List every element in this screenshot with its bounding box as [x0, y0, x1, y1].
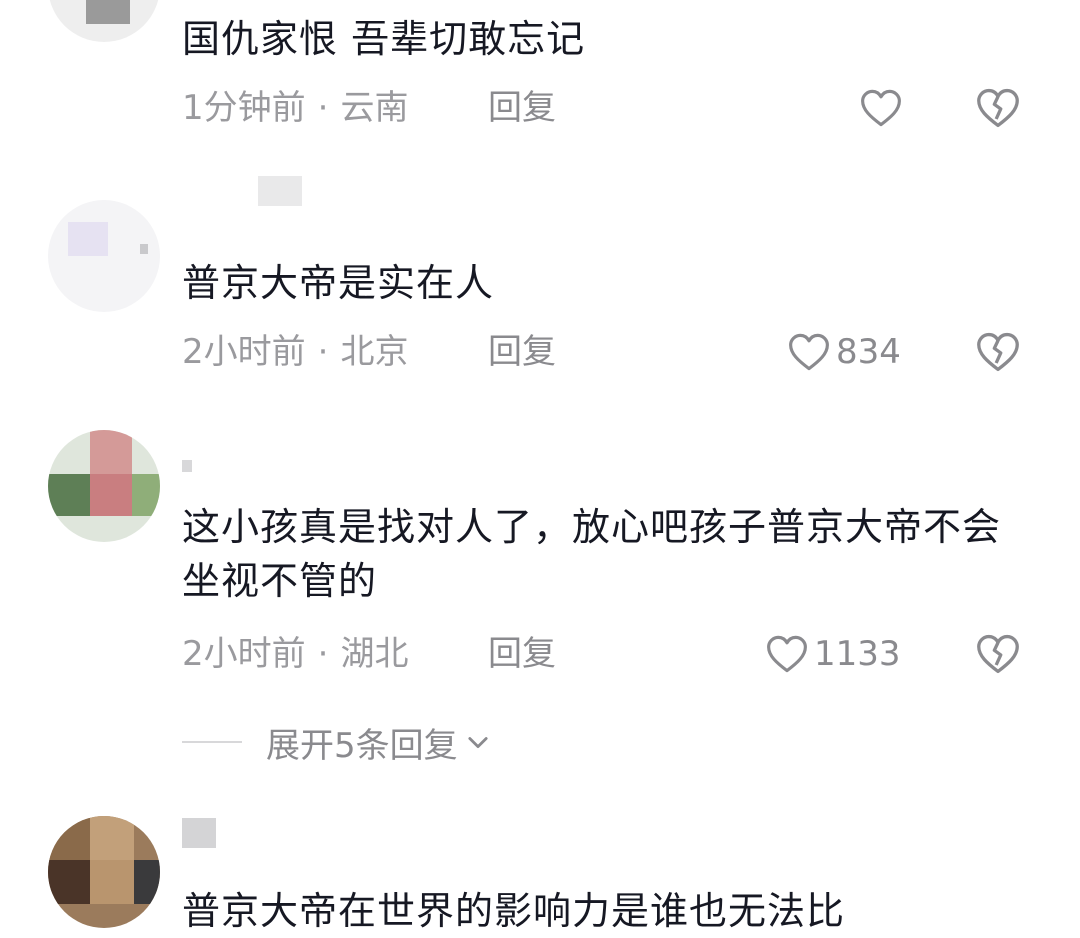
- comment-time: 2小时前: [182, 332, 306, 372]
- comment-location: 云南: [340, 88, 409, 128]
- username[interactable]: [182, 446, 322, 476]
- avatar[interactable]: [48, 200, 160, 312]
- comment-text: 这小孩真是找对人了，放心吧孩子普京大帝不会坐视不管的: [182, 505, 1002, 603]
- expand-divider: [182, 741, 242, 743]
- reply-button[interactable]: 回复: [488, 632, 556, 676]
- avatar[interactable]: [48, 430, 160, 542]
- like-button[interactable]: 1133: [766, 632, 901, 676]
- comment-meta: 1分钟前 · 云南: [182, 86, 408, 130]
- comment-time: 1分钟前: [182, 88, 306, 128]
- avatar[interactable]: [48, 816, 160, 928]
- like-button[interactable]: [860, 86, 902, 130]
- comment-meta: 2小时前 · 湖北: [182, 632, 408, 676]
- like-count: 834: [836, 332, 901, 372]
- like-count: 1133: [814, 634, 901, 674]
- comment-location: 湖北: [340, 634, 409, 674]
- broken-heart-icon[interactable]: [976, 330, 1020, 374]
- expand-replies-label: 展开5条回复: [266, 725, 458, 766]
- chevron-down-icon: [468, 737, 488, 749]
- comment-text: 普京大帝在世界的影响力是谁也无法比: [182, 889, 846, 933]
- comment-text: 普京大帝是实在人: [182, 261, 495, 305]
- comment-location: 北京: [340, 332, 409, 372]
- comment-text: 国仇家恨 吾辈切敢忘记: [182, 17, 586, 61]
- comment-time: 2小时前: [182, 634, 306, 674]
- comment-meta: 2小时前 · 北京: [182, 330, 408, 374]
- meta-separator: ·: [317, 332, 329, 372]
- expand-replies-button[interactable]: 展开5条回复: [182, 718, 492, 766]
- broken-heart-icon[interactable]: [976, 86, 1020, 130]
- username[interactable]: [182, 818, 322, 848]
- reply-button[interactable]: 回复: [488, 330, 556, 374]
- meta-separator: ·: [317, 634, 329, 674]
- username[interactable]: [182, 176, 322, 206]
- meta-separator: ·: [317, 88, 329, 128]
- heart-outline-icon: [861, 89, 901, 127]
- broken-heart-icon[interactable]: [976, 632, 1020, 676]
- avatar[interactable]: [48, 0, 160, 42]
- heart-outline-icon: [767, 635, 807, 673]
- like-button[interactable]: 834: [788, 330, 901, 374]
- heart-outline-icon: [789, 333, 829, 371]
- reply-button[interactable]: 回复: [488, 86, 556, 130]
